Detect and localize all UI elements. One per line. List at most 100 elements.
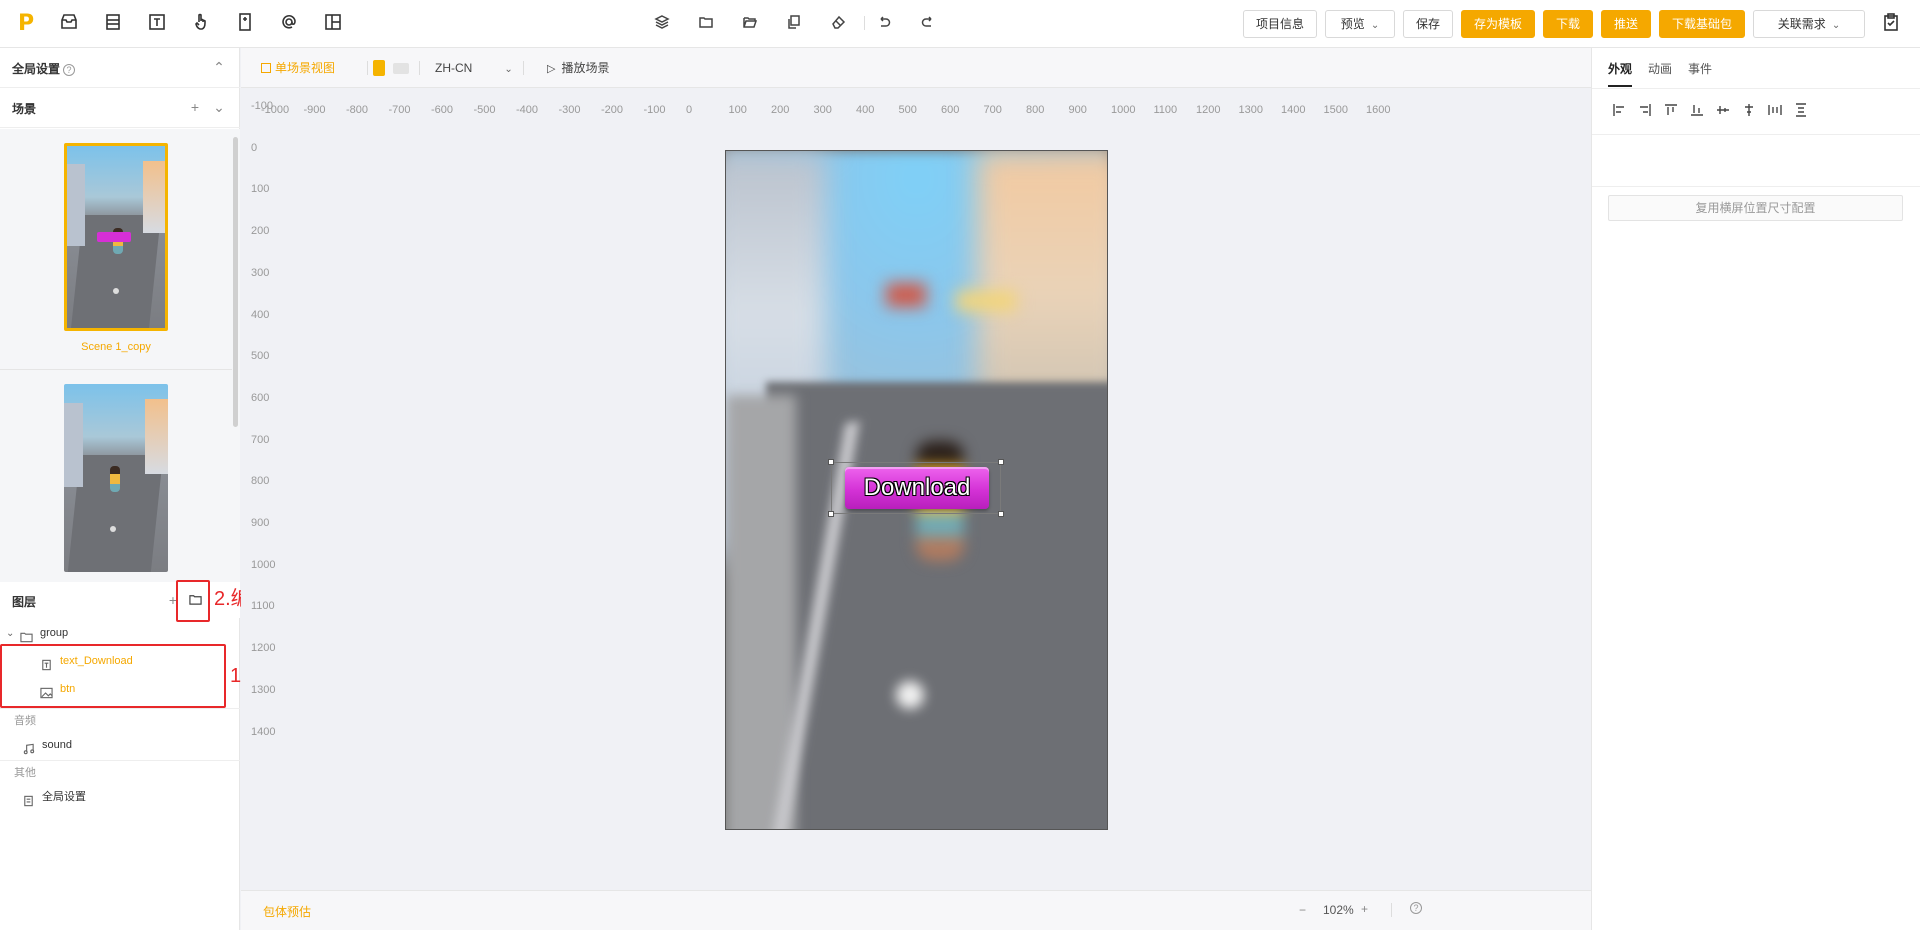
preview-dropdown[interactable]: 预览 ⌄	[1325, 10, 1395, 38]
chevron-up-icon[interactable]: ⌃	[212, 60, 226, 74]
view-mode-toggle[interactable]: 单场景视图	[261, 60, 335, 76]
ruler-y-label: 1200	[251, 642, 276, 655]
hand-pointer-icon[interactable]	[190, 12, 212, 34]
scene-list: Scene 1_copy	[0, 129, 240, 584]
language-select[interactable]: ZH-CN ⌄	[435, 60, 513, 78]
landscape-toggle[interactable]	[393, 63, 409, 74]
undo-icon[interactable]	[876, 14, 896, 34]
global-settings-header: 全局设置? ⌃	[0, 48, 240, 88]
scene-thumbnail[interactable]	[64, 143, 168, 331]
copy-icon[interactable]	[786, 14, 806, 34]
layers-title: 图层	[12, 595, 37, 609]
tab-animation[interactable]: 动画	[1648, 60, 1672, 77]
ruler-y-label: 200	[251, 225, 270, 238]
save-template-button[interactable]: 存为模板	[1461, 10, 1535, 38]
save-button[interactable]: 保存	[1403, 10, 1453, 38]
resize-handle[interactable]	[998, 511, 1004, 517]
align-center-v-icon[interactable]	[1716, 103, 1734, 121]
resize-handle[interactable]	[998, 459, 1004, 465]
other-label: 全局设置	[42, 791, 86, 803]
audio-row-sound[interactable]: sound	[0, 732, 240, 758]
ruler-x-label: 1500	[1323, 104, 1348, 116]
ruler-x-label: 1100	[1153, 104, 1178, 116]
eraser-icon[interactable]	[830, 14, 850, 34]
canvas-footer: 包体预估 − 102% + ?	[241, 890, 1591, 930]
ruler-x-label: 800	[1026, 104, 1045, 116]
tab-appearance[interactable]: 外观	[1608, 60, 1632, 77]
selection-box[interactable]	[828, 459, 1004, 517]
play-scene-button[interactable]: ▷ 播放场景	[547, 60, 609, 77]
resize-handle[interactable]	[828, 459, 834, 465]
layers-icon[interactable]	[654, 14, 674, 34]
tab-events[interactable]: 事件	[1688, 60, 1712, 77]
project-info-button[interactable]: 项目信息	[1243, 10, 1317, 38]
panel-icon[interactable]	[322, 12, 344, 34]
push-button[interactable]: 推送	[1601, 10, 1651, 38]
portrait-toggle[interactable]	[373, 60, 385, 76]
zoom-in-icon[interactable]: +	[1361, 902, 1368, 916]
ruler-x-label: -500	[473, 104, 496, 116]
download-base-button[interactable]: 下载基础包	[1659, 10, 1745, 38]
toolbar-divider	[367, 61, 368, 75]
page-icon[interactable]	[234, 12, 256, 34]
ruler-x-label: -900	[303, 104, 326, 116]
reuse-landscape-config-button[interactable]: 复用横屏位置尺寸配置	[1608, 195, 1903, 221]
ruler-x-label: -200	[601, 104, 624, 116]
link-request-dropdown[interactable]: 关联需求 ⌄	[1753, 10, 1865, 38]
align-top-icon[interactable]	[1664, 103, 1682, 121]
chevron-down-icon[interactable]: ⌄	[212, 100, 226, 114]
settings-doc-icon	[22, 791, 36, 807]
ruler-x-label: -400	[516, 104, 539, 116]
ruler-x-label: 1600	[1366, 104, 1391, 116]
ruler-x-label: 400	[856, 104, 875, 116]
scene-name: Scene 1_copy	[81, 341, 151, 353]
ruler-y-label: 1100	[251, 600, 275, 613]
scene-thumbnail[interactable]	[64, 384, 168, 572]
align-left-icon[interactable]	[1612, 103, 1630, 121]
layer-row-group[interactable]: ⌄ group	[0, 620, 240, 646]
redo-icon[interactable]	[920, 14, 940, 34]
app-logo: P	[18, 11, 35, 36]
audio-section-label: 音频	[0, 708, 240, 732]
ruler-x-label: 100	[728, 104, 747, 116]
align-right-icon[interactable]	[1638, 103, 1656, 121]
ruler-y-label: -100	[251, 100, 274, 112]
link-request-label: 关联需求	[1777, 17, 1826, 31]
clipboard-check-icon[interactable]	[1880, 12, 1902, 34]
add-scene-icon[interactable]: +	[188, 100, 202, 114]
help-icon[interactable]: ?	[1410, 902, 1422, 914]
chevron-down-icon: ⌄	[1831, 20, 1841, 31]
chevron-down-icon: ⌄	[504, 64, 513, 75]
ruler-x-label: 600	[941, 104, 960, 116]
scene-card-2[interactable]	[0, 369, 232, 584]
help-icon[interactable]: ?	[63, 63, 76, 76]
ruler-x-label: 1000	[1111, 104, 1136, 116]
distribute-v-icon[interactable]	[1794, 103, 1812, 121]
scene-list-scrollbar[interactable]	[233, 137, 238, 427]
chevron-down-icon: ⌄	[1370, 20, 1380, 31]
inbox-icon[interactable]	[58, 12, 80, 34]
canvas-toolbar: 单场景视图 ZH-CN ⌄ ▷ 播放场景	[241, 48, 1591, 88]
tab-divider	[1592, 88, 1920, 89]
align-center-h-icon[interactable]	[1742, 103, 1760, 121]
global-settings-label: 全局设置	[12, 62, 61, 76]
other-row-global-settings[interactable]: 全局设置	[0, 784, 240, 810]
download-button[interactable]: 下载	[1543, 10, 1593, 38]
package-estimate-link[interactable]: 包体预估	[263, 903, 311, 920]
align-bottom-icon[interactable]	[1690, 103, 1708, 121]
ruler-x-label: 700	[983, 104, 1002, 116]
distribute-h-icon[interactable]	[1768, 103, 1786, 121]
zoom-out-icon[interactable]: −	[1299, 903, 1306, 917]
music-icon	[22, 739, 36, 755]
at-icon[interactable]	[278, 12, 300, 34]
layout-icon[interactable]	[102, 12, 124, 34]
select-all-highlight	[0, 644, 226, 708]
text-icon[interactable]	[146, 12, 168, 34]
resize-handle[interactable]	[828, 511, 834, 517]
folder-icon[interactable]	[698, 14, 718, 34]
folder-open-icon[interactable]	[742, 14, 762, 34]
ruler-x-label: 900	[1068, 104, 1087, 116]
scene-card-1[interactable]: Scene 1_copy	[0, 129, 232, 369]
view-mode-icon	[261, 63, 271, 73]
toolbar-divider	[523, 61, 524, 75]
